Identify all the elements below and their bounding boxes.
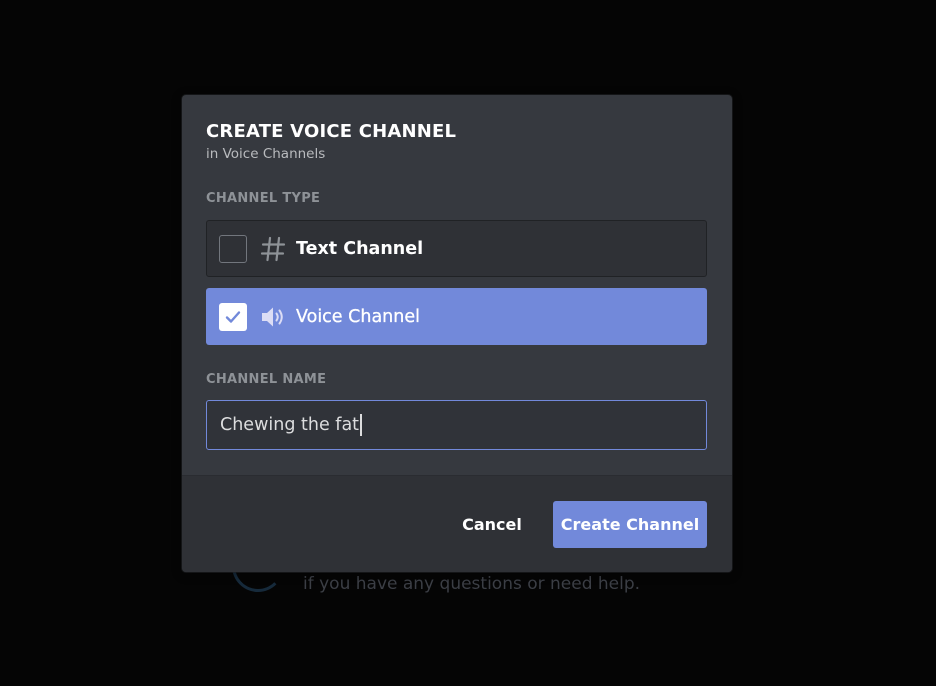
voice-channel-checkbox[interactable] bbox=[219, 302, 247, 331]
modal-subtitle: in Voice Channels bbox=[206, 146, 326, 162]
checkmark-icon bbox=[225, 310, 241, 323]
text-channel-option[interactable]: Text Channel bbox=[206, 220, 707, 277]
channel-type-label: CHANNEL TYPE bbox=[206, 191, 321, 206]
speaker-icon bbox=[260, 304, 286, 330]
modal-footer: Cancel Create Channel bbox=[182, 475, 732, 572]
cancel-button[interactable]: Cancel bbox=[449, 501, 535, 548]
text-caret bbox=[360, 414, 362, 436]
create-channel-button[interactable]: Create Channel bbox=[553, 501, 707, 548]
modal-title: CREATE VOICE CHANNEL bbox=[206, 121, 457, 142]
hash-icon bbox=[260, 236, 286, 262]
channel-name-value: Chewing the fat bbox=[220, 415, 360, 435]
text-channel-checkbox[interactable] bbox=[219, 234, 247, 263]
app-stage: if you have any questions or need help. … bbox=[0, 0, 936, 686]
voice-channel-label: Voice Channel bbox=[296, 306, 420, 327]
voice-channel-option[interactable]: Voice Channel bbox=[206, 288, 707, 345]
text-channel-label: Text Channel bbox=[296, 238, 424, 259]
background-help-text: if you have any questions or need help. bbox=[303, 574, 641, 594]
create-channel-modal: CREATE VOICE CHANNEL in Voice Channels C… bbox=[182, 95, 732, 572]
channel-name-input[interactable]: Chewing the fat bbox=[206, 400, 707, 450]
channel-name-label: CHANNEL NAME bbox=[206, 372, 327, 387]
